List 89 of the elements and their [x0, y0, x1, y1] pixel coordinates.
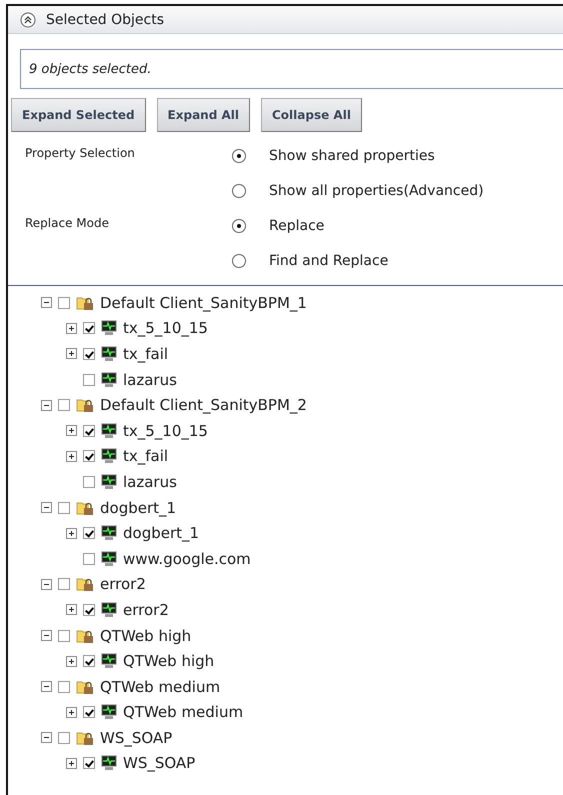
- monitor-icon: [101, 602, 117, 618]
- collapse-toggle-icon[interactable]: [41, 578, 52, 590]
- tree-item-label[interactable]: tx_fail: [123, 344, 168, 363]
- checkbox[interactable]: [58, 578, 70, 590]
- checkbox[interactable]: [83, 604, 95, 616]
- radio-button[interactable]: [232, 149, 246, 163]
- checkbox[interactable]: [83, 757, 95, 770]
- collapse-toggle-icon[interactable]: [41, 297, 52, 308]
- monitor-icon: [101, 320, 117, 336]
- toolbar-button[interactable]: Expand All: [156, 98, 250, 132]
- tree-item-label[interactable]: WS_SOAP: [100, 728, 172, 747]
- collapse-toggle-icon[interactable]: [41, 630, 52, 642]
- radio-button[interactable]: [232, 254, 246, 268]
- checkbox[interactable]: [58, 399, 70, 412]
- radio-button[interactable]: [232, 219, 246, 233]
- toolbar-button[interactable]: Collapse All: [261, 98, 362, 132]
- radio-label: Find and Replace: [269, 253, 388, 269]
- tree-item-label[interactable]: Default Client_SanityBPM_1: [100, 294, 307, 312]
- option-label: Property Selection: [24, 146, 136, 162]
- collapse-toggle-icon[interactable]: [41, 400, 52, 411]
- checkbox[interactable]: [83, 476, 95, 488]
- tree-item-label[interactable]: lazarus: [123, 472, 177, 491]
- collapse-icon[interactable]: [20, 12, 36, 28]
- checkbox[interactable]: [58, 502, 70, 514]
- expand-toggle-icon[interactable]: [66, 450, 77, 462]
- option-label: Replace Mode: [24, 216, 110, 232]
- expand-toggle-icon[interactable]: [66, 706, 77, 718]
- checkbox[interactable]: [83, 655, 95, 668]
- checkbox[interactable]: [83, 450, 95, 462]
- expand-toggle-icon[interactable]: [66, 348, 77, 360]
- checkbox[interactable]: [83, 527, 95, 540]
- folder-lock-icon: [76, 500, 94, 516]
- monitor-icon: [101, 422, 117, 439]
- tree-item-label[interactable]: WS_SOAP: [123, 754, 196, 772]
- monitor-icon: [101, 474, 117, 490]
- monitor-icon: [101, 653, 117, 670]
- folder-lock-icon: [76, 294, 94, 311]
- monitor-icon: [101, 525, 117, 542]
- tree-item-label[interactable]: QTWeb medium: [123, 703, 244, 722]
- monitor-icon: [101, 372, 117, 388]
- toolbar-button[interactable]: Expand Selected: [11, 98, 146, 132]
- collapse-toggle-icon[interactable]: [41, 681, 52, 692]
- tree-item-label[interactable]: error2: [123, 600, 169, 619]
- tree-item-label[interactable]: lazarus: [123, 370, 177, 389]
- folder-lock-icon: [76, 678, 94, 695]
- panel-title: Selected Objects: [46, 12, 164, 28]
- folder-lock-icon: [76, 576, 94, 592]
- folder-lock-icon: [76, 730, 94, 746]
- expand-toggle-icon[interactable]: [66, 322, 77, 334]
- checkbox[interactable]: [58, 630, 70, 642]
- radio-label: Show all properties(Advanced): [269, 183, 484, 199]
- checkbox[interactable]: [83, 424, 95, 437]
- expand-toggle-icon[interactable]: [66, 758, 77, 769]
- folder-lock-icon: [76, 397, 94, 414]
- collapse-toggle-icon[interactable]: [41, 732, 52, 744]
- monitor-icon: [101, 755, 117, 772]
- monitor-icon: [101, 448, 117, 464]
- checkbox[interactable]: [58, 296, 70, 309]
- tree-item-label[interactable]: dogbert_1: [123, 524, 200, 542]
- tree-item-label[interactable]: tx_fail: [123, 447, 168, 466]
- tree-item-label[interactable]: tx_5_10_15: [123, 319, 208, 338]
- checkbox[interactable]: [83, 374, 95, 386]
- monitor-icon: [101, 346, 117, 362]
- checkbox[interactable]: [58, 680, 70, 693]
- expand-toggle-icon[interactable]: [66, 528, 77, 539]
- tree-item-label[interactable]: www.google.com: [123, 550, 251, 568]
- checkbox[interactable]: [83, 552, 95, 565]
- radio-button[interactable]: [232, 184, 246, 198]
- folder-lock-icon: [76, 628, 94, 644]
- radio-label: Show shared properties: [269, 148, 435, 164]
- radio-label: Replace: [269, 218, 324, 234]
- tree-item-label[interactable]: tx_5_10_15: [123, 422, 208, 440]
- tree-item-label[interactable]: QTWeb medium: [100, 678, 220, 696]
- tree-item-label[interactable]: QTWeb high: [100, 626, 192, 645]
- tree-item-label[interactable]: dogbert_1: [100, 498, 176, 517]
- monitor-icon: [101, 704, 117, 720]
- tree-item-label[interactable]: error2: [100, 575, 146, 594]
- checkbox[interactable]: [58, 732, 70, 744]
- checkbox[interactable]: [83, 348, 95, 360]
- expand-toggle-icon[interactable]: [66, 425, 77, 436]
- monitor-icon: [101, 550, 117, 567]
- tree-item-label[interactable]: QTWeb high: [123, 652, 214, 670]
- tree-item-label[interactable]: Default Client_SanityBPM_2: [100, 396, 307, 414]
- expand-toggle-icon[interactable]: [66, 604, 77, 616]
- checkbox[interactable]: [83, 706, 95, 718]
- collapse-toggle-icon[interactable]: [41, 502, 52, 514]
- status-field[interactable]: 9 objects selected.: [20, 49, 563, 89]
- expand-toggle-icon[interactable]: [66, 656, 77, 667]
- checkbox[interactable]: [83, 322, 95, 334]
